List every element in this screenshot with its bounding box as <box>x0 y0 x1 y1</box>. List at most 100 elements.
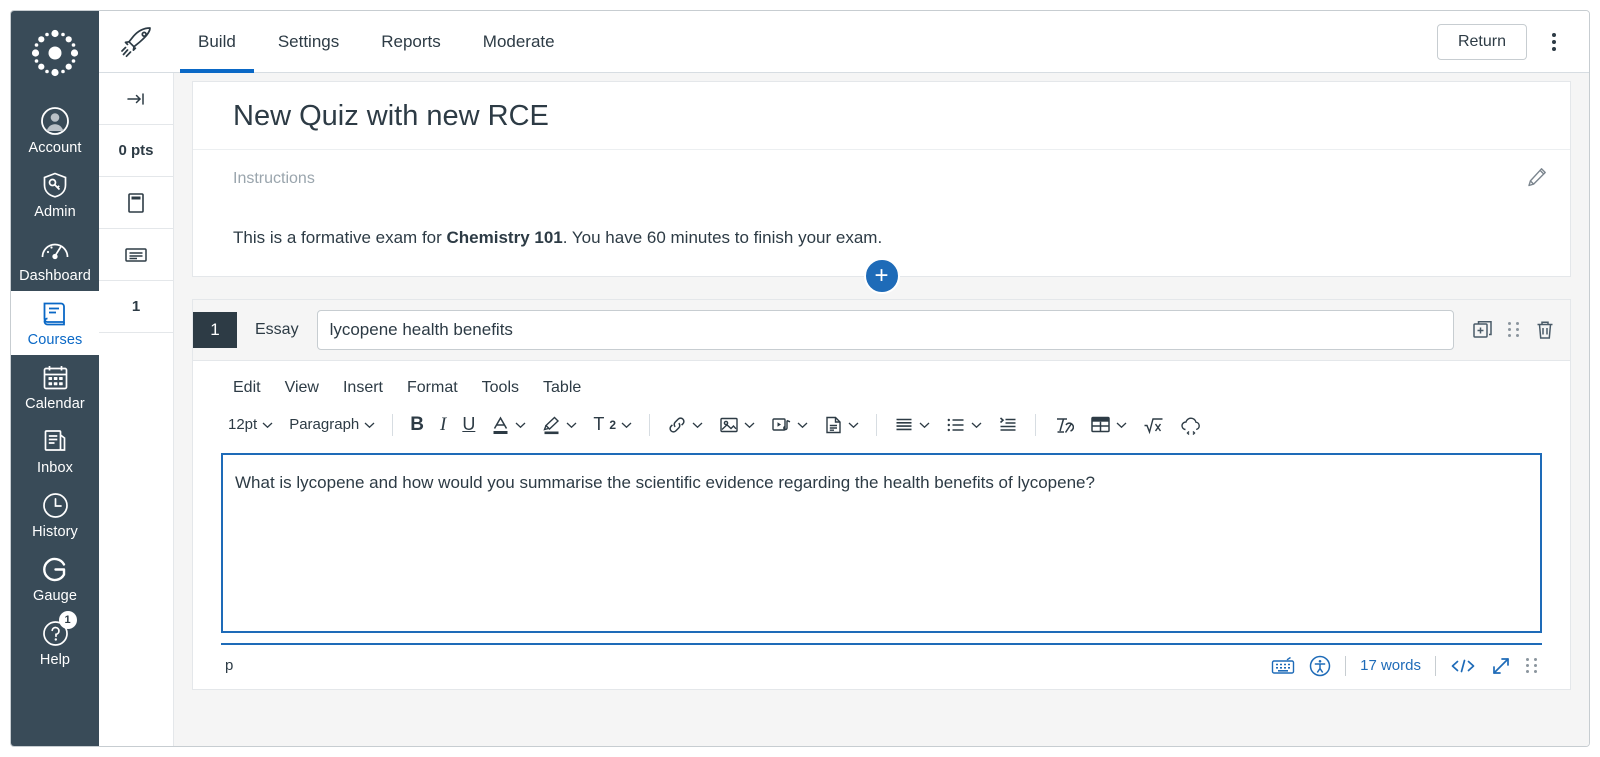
keyboard-shortcuts-icon[interactable] <box>1271 656 1295 675</box>
add-item-button[interactable]: + <box>863 257 900 294</box>
document-button[interactable] <box>817 410 866 440</box>
editor-body[interactable]: What is lycopene and how would you summa… <box>221 452 1542 633</box>
chevron-down-icon <box>262 421 273 429</box>
chevron-down-icon <box>566 421 577 429</box>
sidebar-item-label: Calendar <box>25 396 85 412</box>
rce-menubar: Edit View Insert Format Tools Table <box>211 361 1552 405</box>
link-button[interactable] <box>660 410 710 440</box>
menu-view[interactable]: View <box>273 375 331 401</box>
quiz-rail: 0 pts 1 <box>99 73 174 746</box>
sidebar-item-inbox[interactable]: Inbox <box>11 419 99 483</box>
header-actions: Return <box>1436 11 1589 72</box>
media-button[interactable] <box>764 410 815 440</box>
apps-button[interactable] <box>1173 410 1210 440</box>
menu-tools[interactable]: Tools <box>470 375 531 401</box>
status-divider <box>1345 655 1347 676</box>
collapse-panel-button[interactable] <box>99 73 173 125</box>
align-left-icon <box>894 416 914 434</box>
sidebar-item-admin[interactable]: Admin <box>11 163 99 227</box>
preview-button[interactable] <box>99 177 173 229</box>
sidebar-item-courses[interactable]: Courses <box>11 291 99 355</box>
sidebar-item-label: Account <box>28 140 82 156</box>
clock-icon <box>42 488 69 522</box>
canvas-logo[interactable] <box>27 25 83 81</box>
delete-question-button[interactable] <box>1534 319 1556 341</box>
image-button[interactable] <box>712 410 762 440</box>
sidebar-item-gauge[interactable]: Gauge <box>11 547 99 611</box>
sidebar-item-dashboard[interactable]: Dashboard <box>11 227 99 291</box>
sidebar-item-label: Inbox <box>37 460 73 476</box>
question-title-input[interactable] <box>316 309 1454 350</box>
font-size-select[interactable]: 12pt <box>221 411 280 438</box>
bold-button[interactable]: B <box>403 409 431 441</box>
text-color-button[interactable] <box>484 410 533 440</box>
indent-button[interactable] <box>991 411 1025 439</box>
sidebar-item-help[interactable]: 1 Help <box>11 611 99 675</box>
superscript-button[interactable]: T2 <box>586 409 639 440</box>
highlight-button[interactable] <box>535 410 584 440</box>
pencil-icon[interactable] <box>1526 166 1548 188</box>
block-format-select[interactable]: Paragraph <box>282 411 382 438</box>
sidebar-item-account[interactable]: Account <box>11 99 99 163</box>
chevron-down-icon <box>971 421 982 429</box>
cloud-embed-icon <box>1180 415 1203 435</box>
return-button[interactable]: Return <box>1436 23 1527 60</box>
menu-edit[interactable]: Edit <box>221 375 273 401</box>
html-editor-icon[interactable] <box>1450 657 1476 675</box>
list-button[interactable] <box>939 411 989 439</box>
toolbar-divider <box>392 413 394 436</box>
quiz-tabs: Build Settings Reports Moderate <box>177 11 576 73</box>
clear-formatting-button[interactable] <box>1046 410 1081 440</box>
clear-formatting-icon <box>1053 415 1075 435</box>
tab-build[interactable]: Build <box>180 11 254 73</box>
menu-table[interactable]: Table <box>531 375 593 401</box>
equation-button[interactable] <box>1136 410 1171 440</box>
word-count[interactable]: 17 words <box>1360 657 1421 674</box>
main-region: Build Settings Reports Moderate Return 0… <box>99 11 1589 746</box>
instructions-text: This is a formative exam for Chemistry 1… <box>233 226 1530 250</box>
tab-reports[interactable]: Reports <box>363 11 459 72</box>
tab-settings[interactable]: Settings <box>260 11 357 72</box>
align-button[interactable] <box>887 411 937 439</box>
editor-status-bar: p 17 words <box>221 642 1542 689</box>
instructions-label: Instructions <box>233 170 315 187</box>
resize-handle-icon[interactable] <box>1526 658 1538 674</box>
sidebar-item-calendar[interactable]: Calendar <box>11 355 99 419</box>
rocket-icon[interactable] <box>99 11 177 72</box>
rich-content-editor: Edit View Insert Format Tools Table 12pt <box>193 361 1570 689</box>
tab-label: Reports <box>381 31 441 51</box>
tab-label: Build <box>198 31 236 51</box>
drag-handle-icon[interactable] <box>1508 322 1520 338</box>
table-button[interactable] <box>1083 410 1134 439</box>
user-icon <box>40 104 70 138</box>
instructions-text-before: This is a formative exam for <box>233 228 447 247</box>
accessibility-checker-icon[interactable] <box>1309 655 1331 677</box>
menu-insert[interactable]: Insert <box>331 375 395 401</box>
question-number: 1 <box>193 311 237 348</box>
points-total: 0 pts <box>99 125 173 177</box>
document-icon <box>824 415 843 435</box>
italic-button[interactable]: I <box>433 409 453 441</box>
more-options-icon[interactable] <box>1537 25 1571 59</box>
underline-button[interactable]: U <box>455 409 482 440</box>
sidebar-item-label: History <box>32 524 78 540</box>
duplicate-question-button[interactable] <box>1472 319 1494 341</box>
menu-format[interactable]: Format <box>395 375 470 401</box>
quiz-header: Build Settings Reports Moderate Return <box>99 11 1589 73</box>
sidebar-item-history[interactable]: History <box>11 483 99 547</box>
indent-icon <box>998 416 1018 434</box>
text-color-icon <box>491 415 510 435</box>
tab-moderate[interactable]: Moderate <box>465 11 573 72</box>
book-icon <box>41 296 69 330</box>
sidebar-item-label: Gauge <box>32 588 78 604</box>
sidebar-item-label: Courses <box>27 332 83 348</box>
chevron-down-icon <box>919 421 930 429</box>
sidebar-item-label: Admin <box>34 204 76 220</box>
instructions-text-after: . You have 60 minutes to finish your exa… <box>562 228 883 247</box>
link-icon <box>667 415 687 435</box>
question-block: 1 Essay lycopene health benefits Edit Vi… <box>192 298 1571 690</box>
items-button[interactable] <box>99 229 173 281</box>
fullscreen-icon[interactable] <box>1490 655 1512 677</box>
quiz-content: New Quiz with new RCE Instructions This … <box>174 73 1589 746</box>
equation-icon <box>1143 415 1164 435</box>
